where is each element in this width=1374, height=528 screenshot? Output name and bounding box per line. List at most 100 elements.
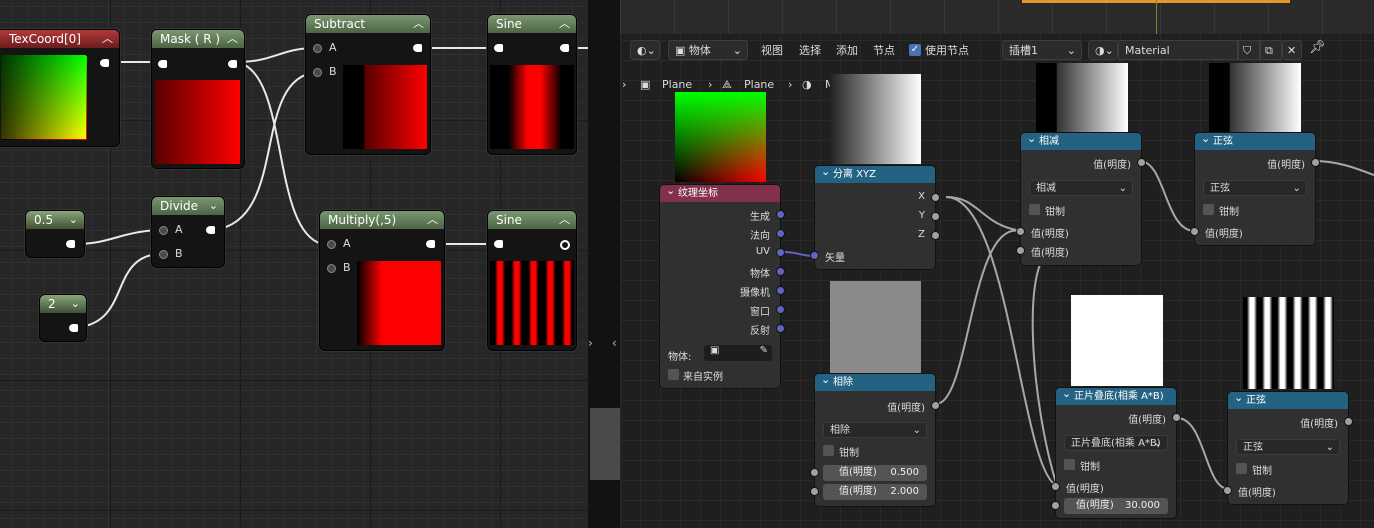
socket[interactable] [777,211,784,218]
ue-constant-two[interactable]: 2 ⌄ [39,294,87,342]
socket[interactable] [1191,228,1198,235]
material-slot-dropdown[interactable]: 插槽1 ⌄ [1002,40,1082,60]
output-pin[interactable] [426,240,435,248]
chevron-up-icon[interactable]: ︿ [102,30,113,48]
object-field[interactable]: ▣ ✎ [704,345,772,361]
duplicate-material-button[interactable]: ⧉ [1260,40,1282,60]
material-browse-button[interactable]: ◑⌄ [1088,40,1118,60]
node-header[interactable]: 正弦 [1195,130,1315,150]
ue-multiply-node[interactable]: Multiply(,5) ︿ A B [319,210,445,351]
socket[interactable] [777,287,784,294]
operation-dropdown[interactable]: 正弦 ⌄ [1236,439,1340,455]
input-pin[interactable] [494,240,503,248]
ue-sine-node-1[interactable]: Sine ︿ [487,14,577,155]
blender-shader-editor[interactable]: ◐⌄ ▣ 物体 ⌄ 视图 选择 添加 节点 ✓ 使用节点 插槽1 ⌄ ◑⌄ Mate… [620,0,1374,528]
socket[interactable] [1052,483,1059,490]
socket[interactable] [1017,247,1024,254]
socket[interactable] [811,488,818,495]
operation-dropdown[interactable]: 正片叠底(相乘 A*B) ⌄ [1064,435,1168,451]
divide-node[interactable]: 相除 值(明度) 相除⌄ 钳制 值(明度) 0.500 值(明度) 2.000 [811,371,939,506]
input-pin-a[interactable] [313,44,322,53]
breadcrumb-object[interactable]: Plane [662,78,692,91]
output-pin[interactable] [560,44,569,52]
clamp-checkbox[interactable] [1203,204,1214,215]
output-pin[interactable] [66,240,75,248]
value-field-2[interactable]: 值(明度) 2.000 [823,484,927,500]
texture-coordinate-node[interactable]: 纹理坐标 生成 法向 UV 物体 摄像机 窗口 反射 物体: ▣✎ 来自实例 [660,182,784,388]
chevron-up-icon[interactable]: ︿ [227,30,238,48]
multiply-node[interactable]: 正片叠底(相乘 A*B) 值(明度) 正片叠底(相乘 A*B)⌄ 钳制 值(明度… [1052,385,1180,518]
socket[interactable] [932,194,939,201]
input-pin-b[interactable] [159,250,168,259]
input-pin[interactable] [158,60,167,68]
node-header[interactable]: 正片叠底(相乘 A*B) [1056,385,1176,405]
socket[interactable] [811,252,818,259]
input-pin-b[interactable] [313,68,322,77]
use-nodes-checkbox[interactable]: ✓ [909,44,921,56]
sine-node-1[interactable]: 正弦 值(明度) 正弦⌄ 钳制 值(明度) [1191,130,1319,245]
node-header[interactable]: 纹理坐标 [660,182,780,202]
node-header[interactable]: 相减 [1021,130,1141,150]
ue-sine-node-2[interactable]: Sine ︿ [487,210,577,351]
ue-constant-half[interactable]: 0.5 ⌄ [25,210,85,258]
input-pin[interactable] [494,44,503,52]
clamp-checkbox[interactable] [1029,204,1040,215]
operation-dropdown[interactable]: 正弦 ⌄ [1203,180,1307,196]
editor-split-divider[interactable]: › ‹ [588,0,620,528]
clamp-checkbox[interactable] [1236,463,1247,474]
material-name-field[interactable]: Material [1118,40,1238,60]
socket[interactable] [1138,159,1145,166]
output-pin[interactable] [69,324,78,332]
socket[interactable] [1224,487,1231,494]
sine-node-2[interactable]: 正弦 值(明度) 正弦⌄ 钳制 值(明度) [1224,389,1352,504]
node-header[interactable]: 正弦 [1228,389,1348,409]
socket[interactable] [777,325,784,332]
chevron-down-icon[interactable]: ⌄ [71,295,80,313]
breadcrumb-mesh[interactable]: Plane [744,78,774,91]
input-pin-b[interactable] [327,264,336,273]
socket[interactable] [932,402,939,409]
chevron-right-icon[interactable]: › [588,336,593,350]
clamp-checkbox[interactable] [1064,459,1075,470]
subtract-node[interactable]: 相减 值(明度) 相减⌄ 钳制 值(明度) 值(明度) [1017,130,1145,265]
node-header[interactable]: 分离 XYZ [815,163,935,183]
chevron-up-icon[interactable]: ︿ [559,211,570,229]
chevron-left-icon[interactable]: ‹ [612,336,617,350]
output-pin[interactable] [413,44,422,52]
value-field-2[interactable]: 值(明度) 30.000 [1064,498,1168,514]
split-handle[interactable] [590,408,620,480]
ue-mask-node[interactable]: Mask ( R ) ︿ [151,29,245,169]
socket[interactable] [777,268,784,275]
output-pin-hollow[interactable] [560,240,570,250]
socket[interactable] [1345,418,1352,425]
pin-icon[interactable]: 📌︎ [1309,40,1326,55]
node-header[interactable]: 相除 [815,371,935,391]
ue-subtract-node[interactable]: Subtract ︿ A B [305,14,431,155]
value-field-1[interactable]: 值(明度) 0.500 [823,465,927,481]
socket[interactable] [1312,159,1319,166]
eyedropper-icon[interactable]: ✎ [760,345,768,356]
editor-type-button[interactable]: ◐⌄ [630,40,660,60]
chevron-up-icon[interactable]: ︿ [559,15,570,33]
socket[interactable] [811,469,818,476]
operation-dropdown[interactable]: 相除 ⌄ [823,422,927,438]
from-instancer-checkbox[interactable] [668,369,679,380]
socket[interactable] [1052,502,1059,509]
socket[interactable] [1173,414,1180,421]
unlink-material-button[interactable]: ✕ [1282,40,1302,60]
output-pin[interactable] [100,59,109,67]
menu-view[interactable]: 视图 [761,42,783,58]
output-pin[interactable] [206,226,215,234]
chevron-up-icon[interactable]: ︿ [413,15,424,33]
socket[interactable] [777,306,784,313]
shader-type-dropdown[interactable]: ▣ 物体 ⌄ [668,40,748,60]
chevron-down-icon[interactable]: ⌄ [209,197,218,215]
output-pin[interactable] [228,60,237,68]
fake-user-button[interactable]: ⛉ [1238,40,1260,60]
clamp-checkbox[interactable] [823,445,834,456]
separate-xyz-node[interactable]: 分离 XYZ X Y Z 矢量 [811,163,939,269]
socket[interactable] [777,249,784,256]
socket[interactable] [932,232,939,239]
chevron-down-icon[interactable]: ⌄ [69,211,78,229]
socket[interactable] [777,230,784,237]
